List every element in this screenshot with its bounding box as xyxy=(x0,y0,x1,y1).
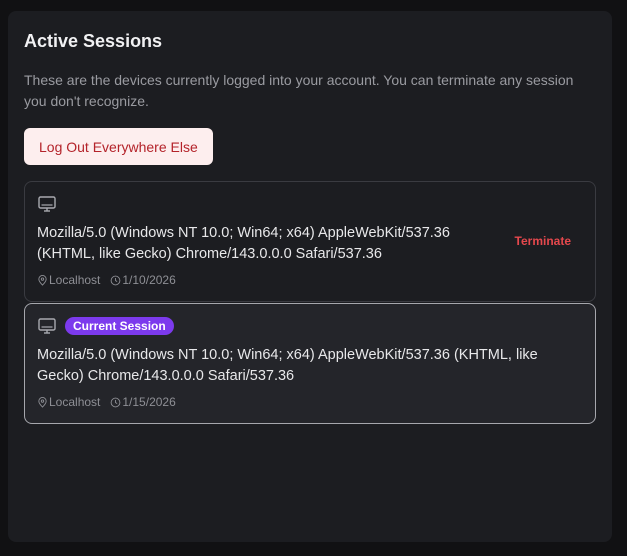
session-date-text: 1/10/2026 xyxy=(122,273,176,287)
session-card: Mozilla/5.0 (Windows NT 10.0; Win64; x64… xyxy=(24,181,596,302)
session-user-agent: Mozilla/5.0 (Windows NT 10.0; Win64; x64… xyxy=(37,225,450,262)
session-user-agent: Mozilla/5.0 (Windows NT 10.0; Win64; x64… xyxy=(37,347,538,384)
current-session-card: Current Session Mozilla/5.0 (Windows NT … xyxy=(24,303,596,424)
logout-everywhere-else-button[interactable]: Log Out Everywhere Else xyxy=(24,128,213,165)
session-location: Localhost xyxy=(37,273,100,287)
session-location: Localhost xyxy=(37,395,100,409)
session-date: 1/10/2026 xyxy=(110,273,176,287)
panel-title: Active Sessions xyxy=(24,31,163,51)
current-session-badge: Current Session xyxy=(65,317,174,335)
session-location-text: Localhost xyxy=(49,395,101,409)
clock-icon xyxy=(111,275,121,285)
panel-description: These are the devices currently logged i… xyxy=(24,72,574,109)
session-meta: Localhost 1/10/2026 xyxy=(37,273,176,287)
clock-icon xyxy=(111,397,121,407)
session-location-text: Localhost xyxy=(49,273,101,287)
session-meta: Localhost 1/15/2026 xyxy=(37,395,176,409)
terminate-session-button[interactable]: Terminate xyxy=(515,234,571,248)
map-pin-icon xyxy=(38,274,47,286)
session-date: 1/15/2026 xyxy=(110,395,176,409)
map-pin-icon xyxy=(38,396,47,408)
session-date-text: 1/15/2026 xyxy=(122,395,176,409)
monitor-icon xyxy=(38,196,56,212)
active-sessions-panel: Active Sessions These are the devices cu… xyxy=(8,11,612,542)
monitor-icon xyxy=(38,318,56,334)
